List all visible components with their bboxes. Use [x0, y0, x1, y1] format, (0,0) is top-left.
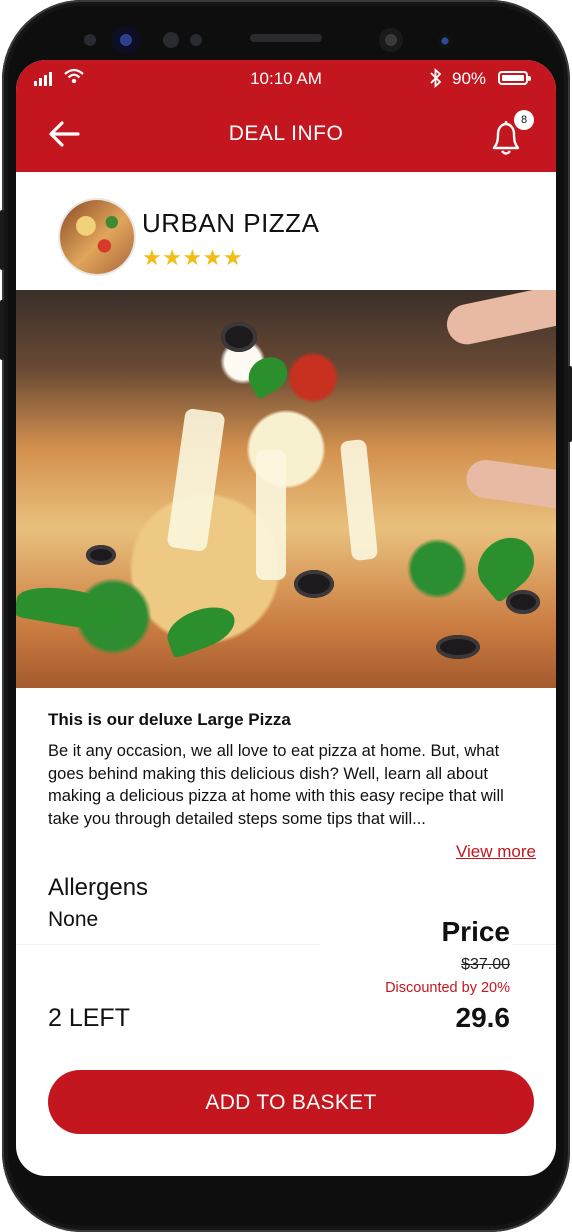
divider [16, 944, 320, 945]
view-more-link[interactable]: View more [456, 842, 536, 862]
front-camera [112, 26, 140, 54]
power-button [568, 366, 572, 442]
stock-count: 2 LEFT [48, 1004, 130, 1032]
volume-up-button [0, 210, 4, 270]
rating-stars: ★★★★★ [142, 245, 244, 270]
final-price: 29.6 [455, 1002, 511, 1033]
app-header: 10:10 AM 90% DEAL INFO 8 [16, 60, 556, 172]
allergens-label: Allergens [48, 874, 149, 901]
sensor [190, 34, 202, 46]
sensor [379, 28, 403, 52]
store-name: URBAN PIZZA [142, 208, 320, 238]
page-title: DEAL INFO [228, 122, 344, 145]
deal-title: This is our deluxe Large Pizza [48, 710, 291, 729]
allergens-value: None [48, 908, 99, 931]
volume-down-button [0, 300, 4, 360]
deal-image [16, 290, 556, 688]
sensor [163, 32, 179, 48]
store-avatar [60, 200, 134, 274]
original-price: $37.00 [461, 956, 510, 973]
screen: 10:10 AM 90% DEAL INFO 8 URBAN PIZZA ★★★… [16, 60, 556, 1176]
sensor [438, 34, 452, 48]
battery-percent: 90% [452, 69, 487, 88]
bluetooth-icon [430, 68, 442, 88]
divider [512, 944, 556, 945]
earpiece-speaker [250, 34, 322, 42]
status-bar: 10:10 AM 90% [16, 60, 556, 96]
price-label: Price [441, 916, 511, 947]
notification-badge: 8 [514, 110, 534, 130]
battery-icon [498, 71, 531, 85]
add-to-basket-button[interactable]: ADD TO BASKET [48, 1070, 534, 1134]
sensor [84, 34, 96, 46]
discount-text: Discounted by 20% [385, 980, 510, 996]
deal-description: Be it any occasion, we all love to eat p… [48, 742, 504, 828]
